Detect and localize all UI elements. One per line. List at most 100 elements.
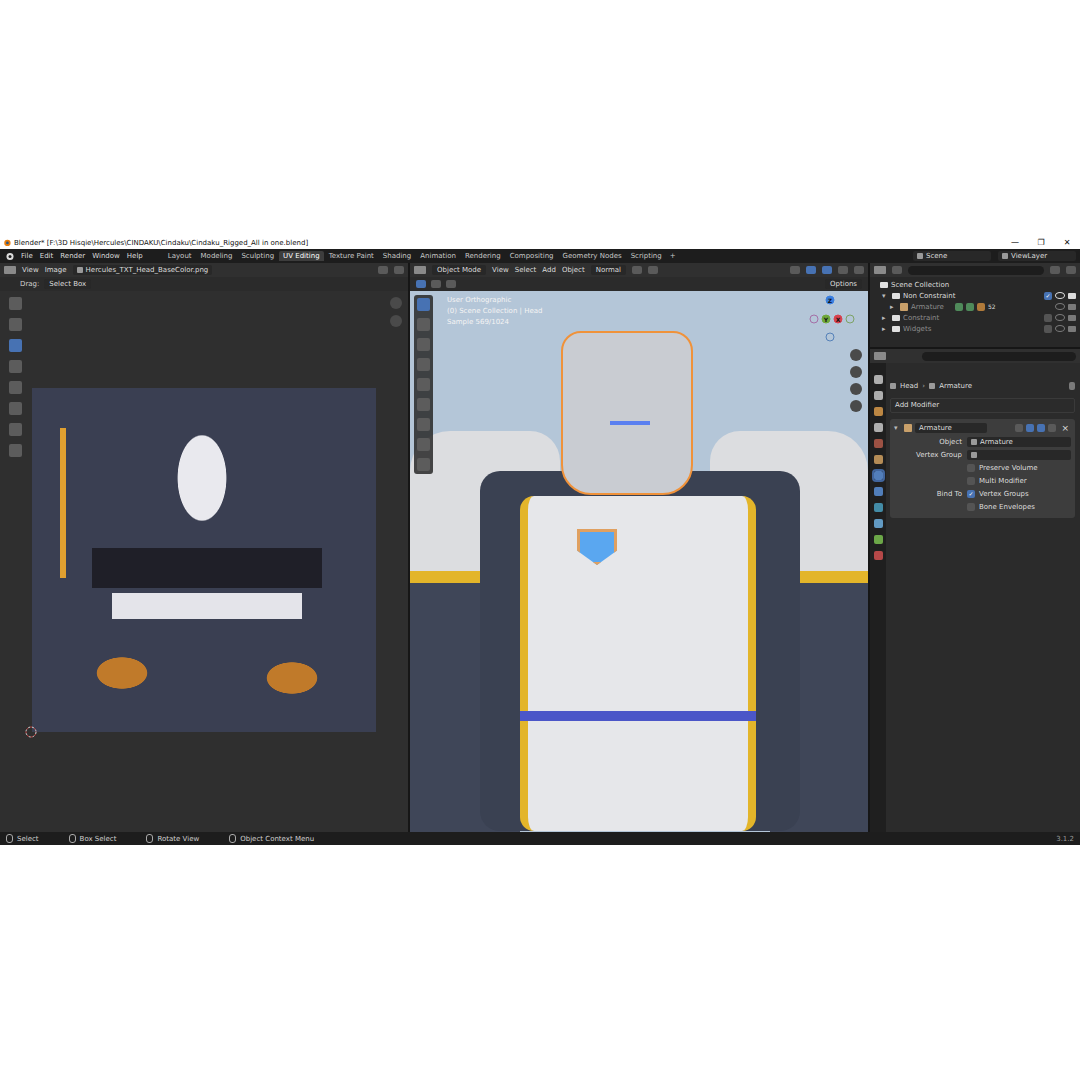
display-channels-icon[interactable] (378, 266, 388, 274)
axis-handle[interactable] (810, 315, 819, 324)
scale-tool-icon[interactable] (417, 378, 430, 391)
properties-tab-icon[interactable] (874, 455, 883, 464)
remove-modifier-icon[interactable]: × (1059, 423, 1071, 433)
option-checkbox[interactable]: ✓ Vertex Groups (967, 490, 1029, 498)
properties-tab-icon[interactable] (874, 471, 883, 480)
workspace-tab[interactable]: Layout (164, 251, 196, 261)
menu-item[interactable]: Window (92, 252, 120, 260)
workspace-tab[interactable]: Rendering (461, 251, 505, 261)
view-mode-icon[interactable] (394, 266, 404, 274)
workspace-tab[interactable]: Shading (379, 251, 415, 261)
rotate-tool-icon[interactable] (417, 358, 430, 371)
exclude-checkbox[interactable] (1044, 314, 1052, 322)
snap-icon[interactable] (648, 266, 658, 274)
window-control-button[interactable]: ❐ (1028, 238, 1054, 247)
field-input[interactable] (967, 450, 1071, 460)
new-collection-icon[interactable] (1066, 266, 1076, 274)
outliner-row[interactable]: ▸ Armature 52 (870, 301, 1080, 312)
zoom-icon[interactable] (390, 297, 402, 309)
cursor-tool-icon[interactable] (417, 318, 430, 331)
properties-tab-icon[interactable] (874, 487, 883, 496)
properties-tab-icon[interactable] (874, 439, 883, 448)
edit-mode-toggle-icon[interactable] (1015, 424, 1023, 432)
menu-item[interactable]: Help (127, 252, 143, 260)
header-menu[interactable]: View (22, 266, 39, 274)
shading-render-icon[interactable] (854, 266, 864, 274)
rotate-tool-icon[interactable] (9, 360, 22, 373)
expand-arrow-icon[interactable]: ▸ (890, 303, 897, 311)
2d-cursor-icon[interactable] (24, 725, 38, 739)
header-menu[interactable]: Select (515, 266, 537, 274)
outliner-row[interactable]: ▸ Constraint (870, 312, 1080, 323)
axis-handle[interactable]: Z (826, 296, 835, 305)
cursor-tool-icon[interactable] (9, 318, 22, 331)
properties-tab-icon[interactable] (874, 423, 883, 432)
zoom-icon[interactable] (850, 349, 862, 361)
move-tool-icon[interactable] (9, 339, 22, 352)
properties-tab-icon[interactable] (874, 535, 883, 544)
select-extend-icon[interactable] (431, 280, 441, 288)
orientation-dropdown[interactable]: Normal (591, 265, 626, 275)
render-camera-icon[interactable] (1068, 315, 1076, 321)
navigation-gizmo[interactable]: ZYX (802, 291, 868, 351)
render-toggle-icon[interactable] (1037, 424, 1045, 432)
render-camera-icon[interactable] (1068, 304, 1076, 310)
workspace-tab[interactable]: UV Editing (279, 251, 324, 261)
measure-tool-icon[interactable] (417, 438, 430, 451)
pan-hand-icon[interactable] (390, 315, 402, 327)
axis-handle[interactable]: Y (822, 315, 831, 324)
properties-tab-icon[interactable] (874, 519, 883, 528)
camera-icon[interactable] (850, 383, 862, 395)
checkbox[interactable] (967, 503, 975, 511)
properties-tab-icon[interactable] (874, 551, 883, 560)
pan-hand-icon[interactable] (850, 366, 862, 378)
options-dropdown[interactable]: Options (825, 279, 862, 289)
uv-canvas[interactable] (0, 291, 408, 832)
option-checkbox[interactable]: Bone Envelopes (967, 503, 1035, 511)
option-checkbox[interactable]: Preserve Volume (967, 464, 1038, 472)
workspace-tab[interactable]: Scripting (627, 251, 666, 261)
checkbox[interactable] (967, 477, 975, 485)
properties-tab-icon[interactable] (874, 407, 883, 416)
add-modifier-button[interactable]: Add Modifier (890, 398, 1075, 413)
header-menu[interactable]: Add (542, 266, 556, 274)
add-cube-tool-icon[interactable] (417, 458, 430, 471)
header-menu[interactable]: Image (45, 266, 67, 274)
annotate-tool-icon[interactable] (417, 418, 430, 431)
axis-handle[interactable] (846, 315, 855, 324)
window-control-button[interactable]: — (1002, 238, 1028, 247)
visibility-icon[interactable] (790, 266, 800, 274)
pin-icon[interactable] (1069, 382, 1075, 390)
model-head-selected[interactable] (561, 331, 693, 495)
gizmo-icon[interactable] (806, 266, 816, 274)
header-menu[interactable]: Object (562, 266, 585, 274)
checkbox[interactable]: ✓ (967, 490, 975, 498)
modifier-menu-icon[interactable] (1048, 424, 1056, 432)
transform-tool-icon[interactable] (9, 402, 22, 415)
shading-solid-icon[interactable] (838, 266, 848, 274)
viewport-toggle-icon[interactable] (1026, 424, 1034, 432)
expand-arrow-icon[interactable]: ▸ (882, 314, 889, 322)
scene-selector[interactable]: Scene (913, 251, 991, 261)
filter-icon[interactable] (1050, 266, 1060, 274)
header-menu[interactable]: View (492, 266, 509, 274)
workspace-tab[interactable]: Modeling (197, 251, 237, 261)
render-camera-icon[interactable] (1068, 293, 1076, 299)
properties-tab-icon[interactable] (874, 375, 883, 384)
checkbox[interactable] (967, 464, 975, 472)
outliner-row[interactable]: ▾ Non Constraint ✓ (870, 290, 1080, 301)
workspace-tab[interactable]: Compositing (506, 251, 558, 261)
editor-type-icon[interactable] (874, 266, 886, 274)
add-workspace-button[interactable]: + (667, 252, 679, 260)
move-tool-icon[interactable] (417, 338, 430, 351)
collapse-arrow-icon[interactable]: ▾ (894, 424, 901, 432)
visibility-eye-icon[interactable] (1055, 292, 1065, 299)
modifier-name-field[interactable]: Armature (915, 423, 987, 433)
outliner-row[interactable]: ▸ Widgets (870, 323, 1080, 334)
viewport-canvas[interactable]: User Orthographic(0) Scene Collection | … (410, 291, 868, 832)
properties-tab-icon[interactable] (874, 503, 883, 512)
visibility-eye-icon[interactable] (1055, 314, 1065, 321)
exclude-checkbox[interactable] (1044, 325, 1052, 333)
exclude-checkbox[interactable]: ✓ (1044, 292, 1052, 300)
overlay-icon[interactable] (822, 266, 832, 274)
